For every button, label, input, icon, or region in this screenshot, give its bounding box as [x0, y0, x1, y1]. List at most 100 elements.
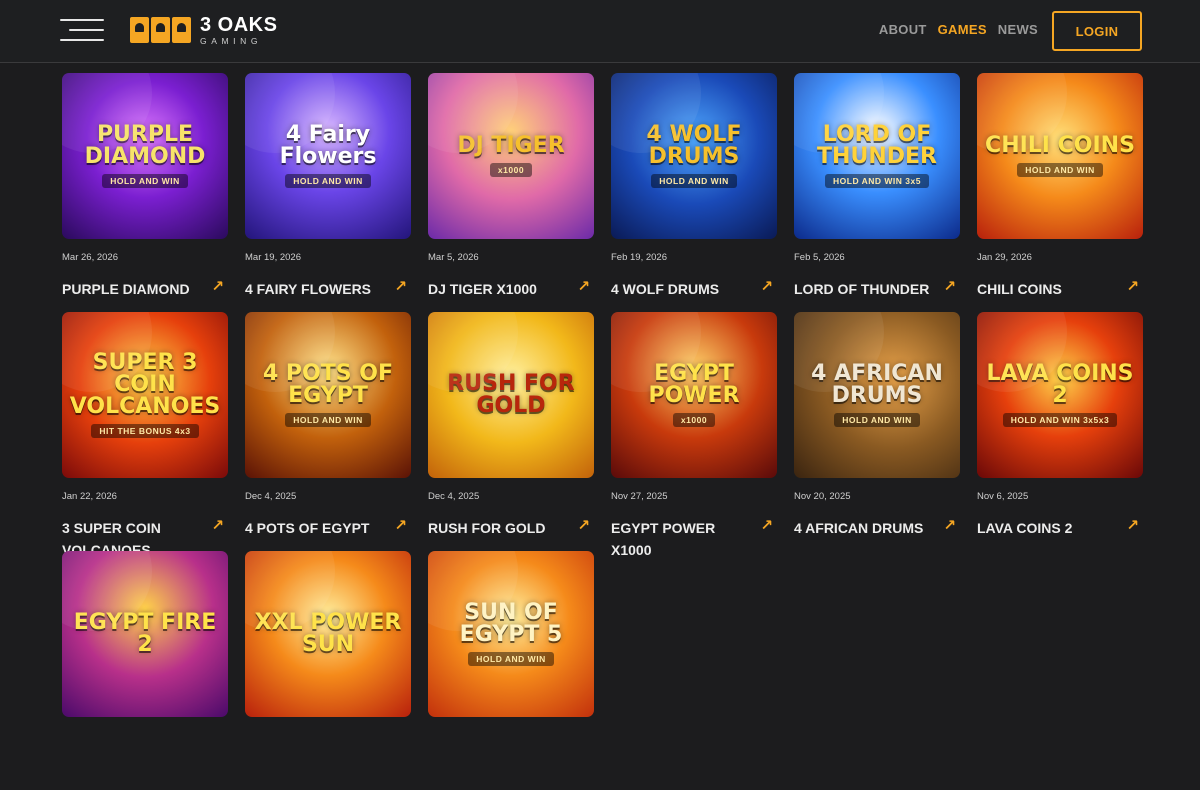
game-title[interactable]: RUSH FOR GOLD	[428, 517, 545, 539]
game-thumbnail[interactable]: EGYPT FIRE 2	[62, 551, 228, 717]
game-card[interactable]: XXL POWER SUN	[245, 551, 411, 790]
arrow-up-right-icon[interactable]: ↗	[577, 517, 590, 535]
arrow-up-right-icon[interactable]: ↗	[760, 517, 773, 535]
game-title-row: RUSH FOR GOLD ↗	[428, 517, 594, 539]
game-thumbnail[interactable]: 4 WOLF DRUMS HOLD AND WIN	[611, 73, 777, 239]
game-title-row: DJ TIGER X1000 ↗	[428, 278, 594, 300]
arrow-up-right-icon[interactable]: ↗	[1126, 278, 1139, 296]
game-title[interactable]: LAVA COINS 2	[977, 517, 1072, 539]
game-card[interactable]: EGYPT FIRE 2	[62, 551, 228, 790]
menu-icon[interactable]	[60, 19, 104, 41]
header: 3 OAKS GAMING ABOUT GAMES NEWS LOGIN	[0, 0, 1200, 63]
game-thumbnail[interactable]: EGYPT POWER x1000	[611, 312, 777, 478]
release-date: Mar 26, 2026	[62, 252, 118, 263]
game-thumbnail[interactable]: LAVA COINS 2 HOLD AND WIN 3x5x3	[977, 312, 1143, 478]
arrow-up-right-icon[interactable]: ↗	[760, 278, 773, 296]
game-thumbnail[interactable]: DJ TIGER x1000	[428, 73, 594, 239]
logo[interactable]: 3 OAKS GAMING	[130, 14, 277, 46]
game-title-row: 4 POTS OF EGYPT ↗	[245, 517, 411, 539]
game-thumbnail[interactable]: SUPER 3 COIN VOLCANOES HIT THE BONUS 4x3	[62, 312, 228, 478]
game-art-badge: HIT THE BONUS 4x3	[91, 424, 199, 438]
game-art-badge: HOLD AND WIN	[651, 174, 737, 188]
release-date: Mar 5, 2026	[428, 252, 479, 263]
game-card[interactable]: SUPER 3 COIN VOLCANOES HIT THE BONUS 4x3 J…	[62, 312, 228, 558]
login-button[interactable]: LOGIN	[1052, 11, 1142, 51]
arrow-up-right-icon[interactable]: ↗	[394, 278, 407, 296]
nav-about[interactable]: ABOUT	[879, 22, 927, 37]
game-title[interactable]: DJ TIGER X1000	[428, 278, 537, 300]
game-title[interactable]: 4 AFRICAN DRUMS	[794, 517, 923, 539]
main-nav: ABOUT GAMES NEWS	[879, 22, 1038, 37]
nav-games[interactable]: GAMES	[938, 22, 987, 37]
arrow-up-right-icon[interactable]: ↗	[211, 517, 224, 535]
game-card[interactable]: CHILI COINS HOLD AND WIN Jan 29, 2026 CHILI…	[977, 73, 1143, 312]
release-date: Dec 4, 2025	[245, 491, 297, 502]
game-thumbnail[interactable]: 4 Fairy Flowers HOLD AND WIN	[245, 73, 411, 239]
game-thumbnail[interactable]: SUN OF EGYPT 5 HOLD AND WIN	[428, 551, 594, 717]
game-card[interactable]: 4 Fairy Flowers HOLD AND WIN Mar 19, 2026 4…	[245, 73, 411, 312]
release-date: Jan 29, 2026	[977, 252, 1032, 263]
game-title[interactable]: 4 POTS OF EGYPT	[245, 517, 369, 539]
release-date: Nov 20, 2025	[794, 491, 851, 502]
game-title[interactable]: CHILI COINS	[977, 278, 1062, 300]
game-art-badge: HOLD AND WIN	[468, 652, 554, 666]
game-thumbnail[interactable]: 4 POTS OF EGYPT HOLD AND WIN	[245, 312, 411, 478]
game-card[interactable]: EGYPT POWER x1000 Nov 27, 2025 EGYPT POWER …	[611, 312, 777, 558]
game-art-badge: HOLD AND WIN 3x5x3	[1002, 413, 1118, 427]
arrow-up-right-icon[interactable]: ↗	[577, 278, 590, 296]
game-art-badge: x1000	[489, 163, 533, 177]
arrow-up-right-icon[interactable]: ↗	[1126, 517, 1139, 535]
games-grid: PURPLE DIAMOND HOLD AND WIN Mar 26, 2026 PU…	[62, 73, 1143, 790]
game-card[interactable]: LAVA COINS 2 HOLD AND WIN 3x5x3 Nov 6, 202…	[977, 312, 1143, 551]
game-title-row: LORD OF THUNDER ↗	[794, 278, 960, 300]
game-thumbnail[interactable]: LORD OF THUNDER HOLD AND WIN 3x5	[794, 73, 960, 239]
game-art-badge: x1000	[672, 413, 716, 427]
game-card[interactable]: 4 WOLF DRUMS HOLD AND WIN Feb 19, 2026 4 WO…	[611, 73, 777, 312]
game-thumbnail[interactable]: XXL POWER SUN	[245, 551, 411, 717]
game-title-row: EGYPT POWER X1000 ↗	[611, 517, 777, 561]
game-art-badge: HOLD AND WIN	[1017, 163, 1103, 177]
game-card[interactable]: 4 AFRICAN DRUMS HOLD AND WIN Nov 20, 2025 4…	[794, 312, 960, 551]
release-date: Nov 27, 2025	[611, 491, 668, 502]
release-date: Dec 4, 2025	[428, 491, 480, 502]
arrow-up-right-icon[interactable]: ↗	[394, 517, 407, 535]
game-title[interactable]: PURPLE DIAMOND	[62, 278, 190, 300]
release-date: Feb 19, 2026	[611, 252, 667, 263]
game-art-badge: HOLD AND WIN 3x5	[825, 174, 929, 188]
game-title[interactable]: EGYPT POWER X1000	[611, 517, 751, 561]
game-art-badge: HOLD AND WIN	[285, 174, 371, 188]
oak-logo-icon	[130, 17, 191, 43]
game-card[interactable]: 4 POTS OF EGYPT HOLD AND WIN Dec 4, 2025 4 …	[245, 312, 411, 551]
game-card[interactable]: DJ TIGER x1000 Mar 5, 2026 DJ TIGER X1000 ↗	[428, 73, 594, 312]
game-title-row: CHILI COINS ↗	[977, 278, 1143, 300]
game-title-row: 4 AFRICAN DRUMS ↗	[794, 517, 960, 539]
release-date: Nov 6, 2025	[977, 491, 1029, 502]
game-thumbnail[interactable]: RUSH FOR GOLD	[428, 312, 594, 478]
nav-news[interactable]: NEWS	[998, 22, 1038, 37]
game-card[interactable]: LORD OF THUNDER HOLD AND WIN 3x5 Feb 5, 20…	[794, 73, 960, 312]
arrow-up-right-icon[interactable]: ↗	[943, 278, 956, 296]
release-date: Feb 5, 2026	[794, 252, 845, 263]
release-date: Jan 22, 2026	[62, 491, 117, 502]
game-title[interactable]: 4 FAIRY FLOWERS	[245, 278, 371, 300]
game-thumbnail[interactable]: 4 AFRICAN DRUMS HOLD AND WIN	[794, 312, 960, 478]
game-card[interactable]: PURPLE DIAMOND HOLD AND WIN Mar 26, 2026 PU…	[62, 73, 228, 312]
game-card[interactable]: SUN OF EGYPT 5 HOLD AND WIN	[428, 551, 594, 790]
game-title-row: LAVA COINS 2 ↗	[977, 517, 1143, 539]
game-title[interactable]: LORD OF THUNDER	[794, 278, 929, 300]
game-art-badge: HOLD AND WIN	[834, 413, 920, 427]
game-title[interactable]: 4 WOLF DRUMS	[611, 278, 719, 300]
game-title-row: 4 WOLF DRUMS ↗	[611, 278, 777, 300]
game-title-row: PURPLE DIAMOND ↗	[62, 278, 228, 300]
game-title-row: 4 FAIRY FLOWERS ↗	[245, 278, 411, 300]
arrow-up-right-icon[interactable]: ↗	[211, 278, 224, 296]
brand-name: 3 OAKS	[200, 13, 278, 36]
arrow-up-right-icon[interactable]: ↗	[943, 517, 956, 535]
game-card[interactable]: RUSH FOR GOLD Dec 4, 2025 RUSH FOR GOLD ↗	[428, 312, 594, 551]
game-thumbnail[interactable]: PURPLE DIAMOND HOLD AND WIN	[62, 73, 228, 239]
game-thumbnail[interactable]: CHILI COINS HOLD AND WIN	[977, 73, 1143, 239]
brand-sub: GAMING	[200, 35, 263, 46]
release-date: Mar 19, 2026	[245, 252, 301, 263]
game-art-badge: HOLD AND WIN	[102, 174, 188, 188]
game-art-badge: HOLD AND WIN	[285, 413, 371, 427]
